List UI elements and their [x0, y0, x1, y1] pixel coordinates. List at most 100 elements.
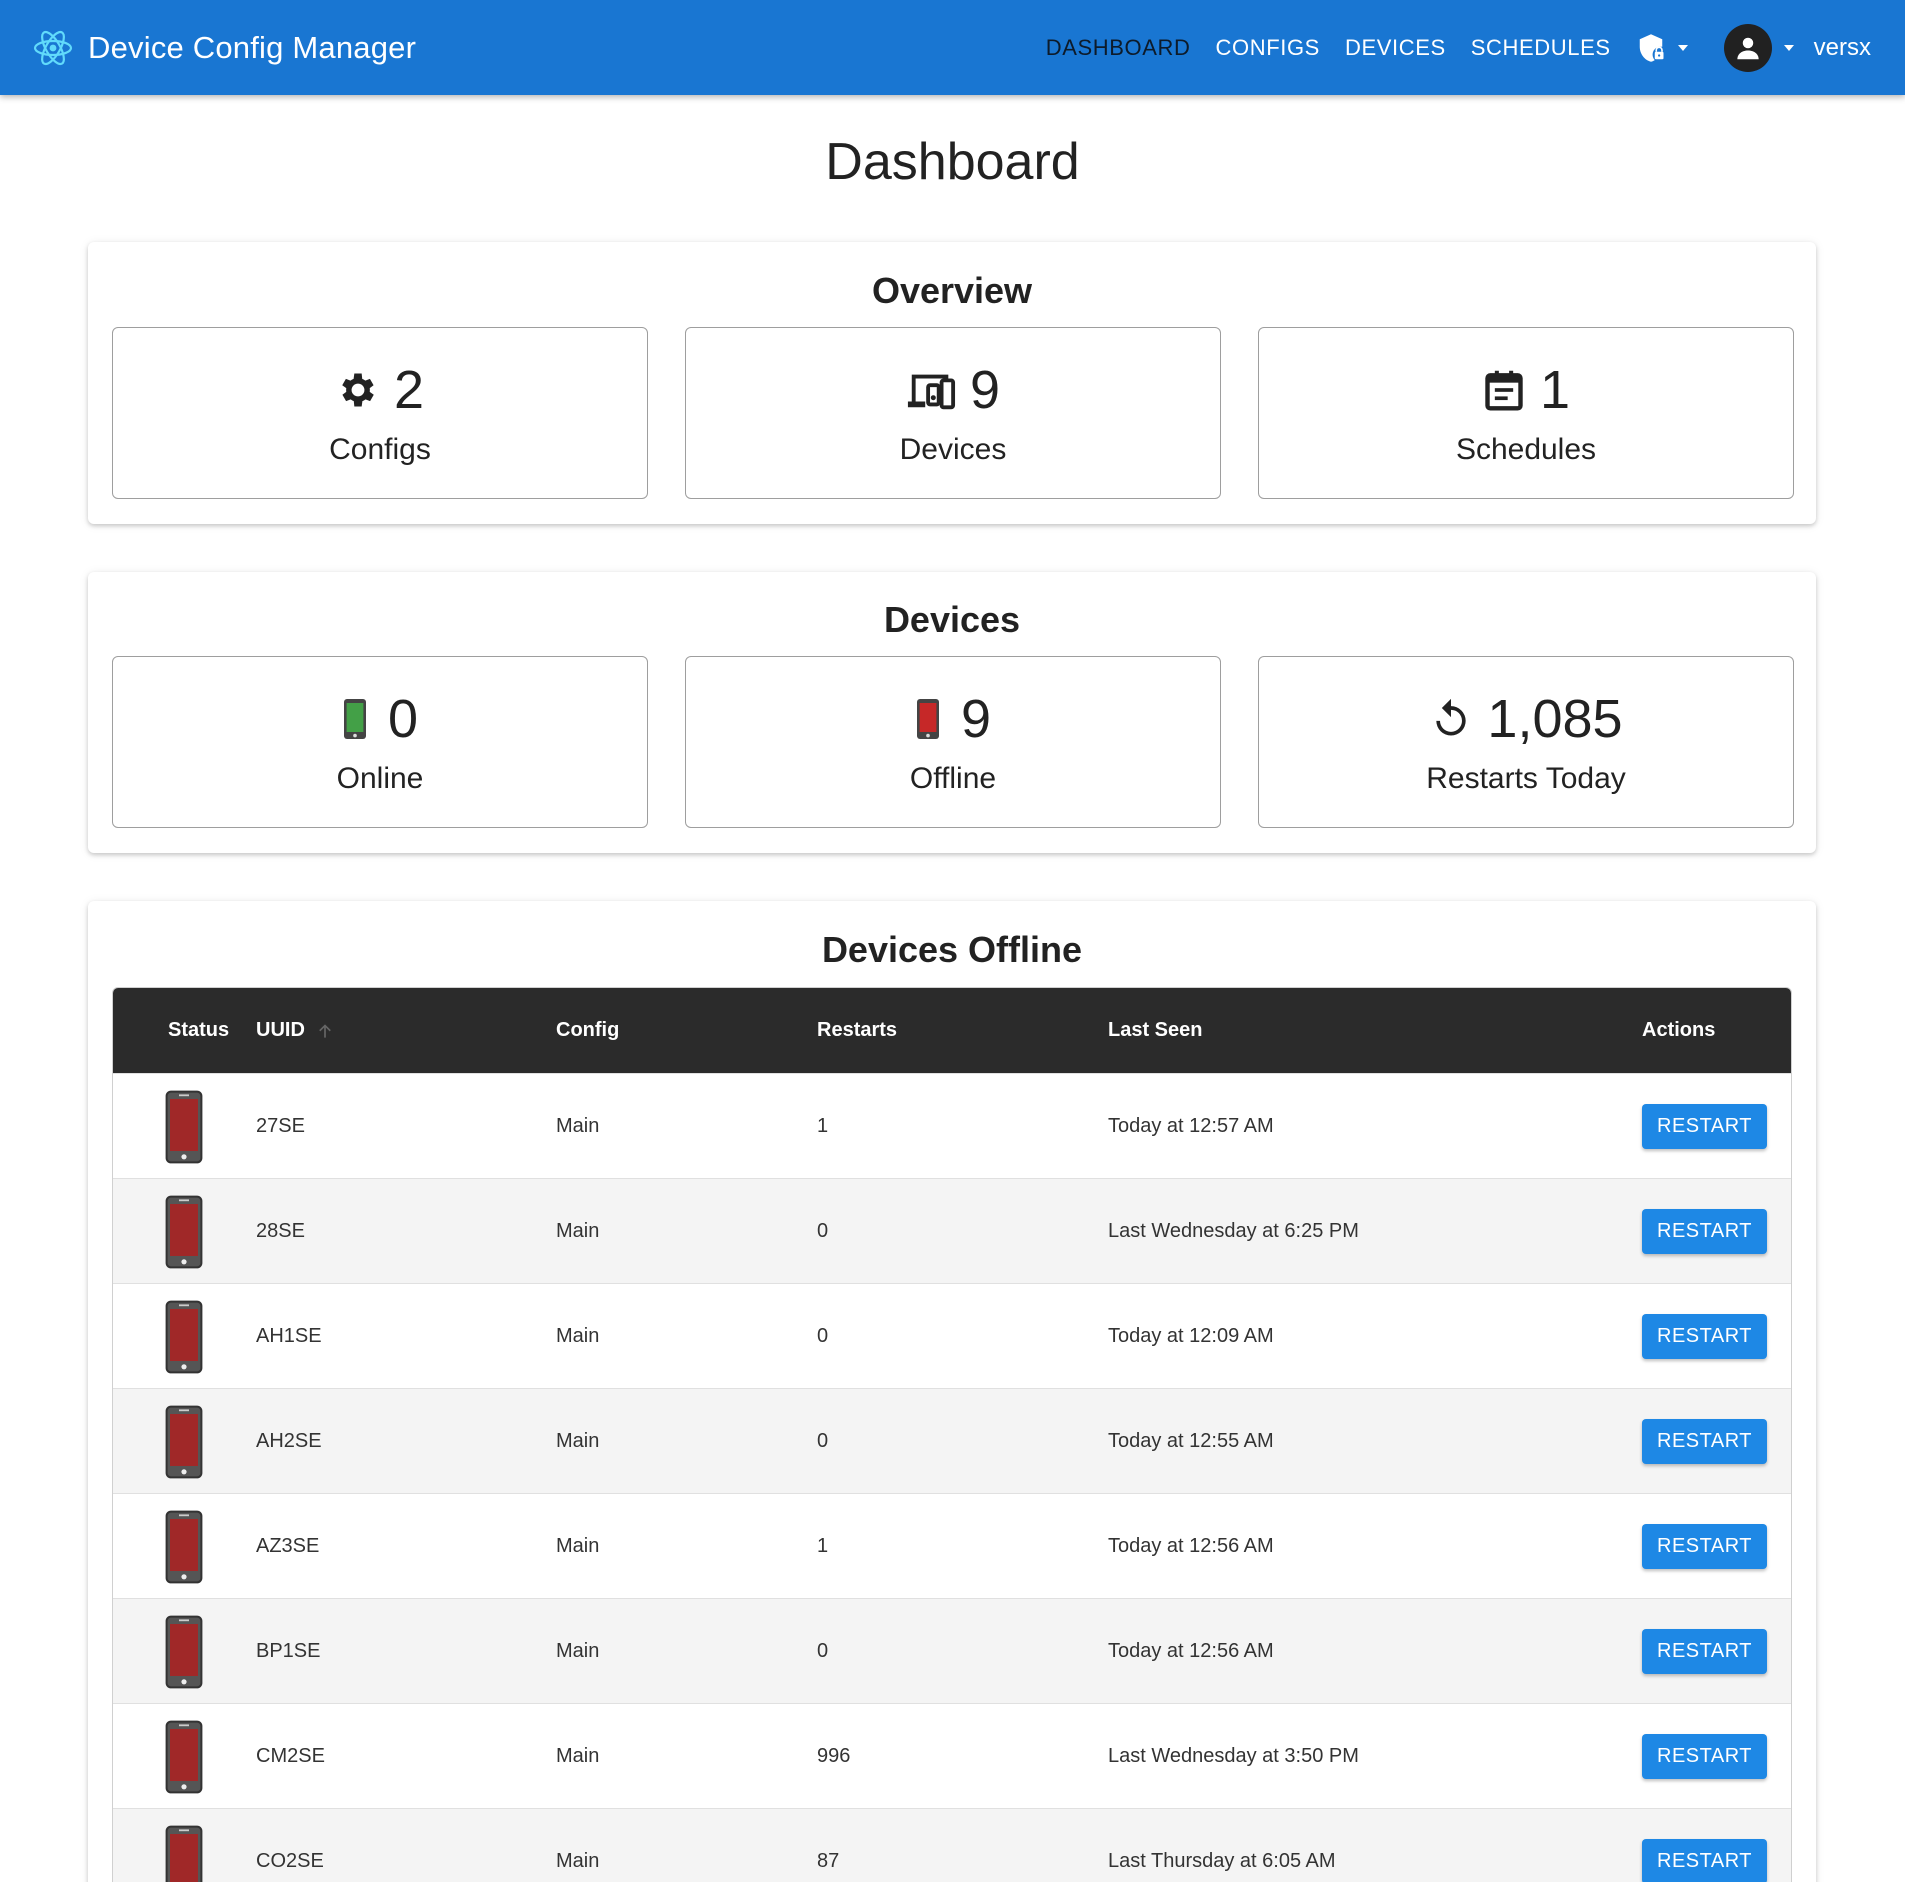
actions-cell: RESTART: [1642, 1179, 1767, 1284]
offline-devices-title: Devices Offline: [821, 929, 1083, 970]
config-text[interactable]: Main: [556, 1850, 599, 1873]
config-cell: Main: [556, 1599, 599, 1704]
uuid-cell: CO2SE: [256, 1809, 324, 1882]
react-atom-icon: [33, 30, 73, 65]
schedules-label: Schedules: [1455, 433, 1597, 466]
offline-card[interactable]: 9 Offline: [685, 656, 1221, 828]
uuid-text: CO2SE: [256, 1850, 324, 1872]
status-cell: [165, 1074, 203, 1179]
arrow-up-icon: [319, 1023, 331, 1038]
restart-button[interactable]: RESTART: [1642, 1734, 1767, 1779]
config-text[interactable]: Main: [556, 1640, 599, 1663]
last-seen-text: Today at 12:56 AM: [1108, 1535, 1274, 1557]
config-cell: Main: [556, 1704, 599, 1809]
restarts-text: 0: [817, 1220, 829, 1242]
calendar-icon: [1485, 370, 1523, 411]
config-text[interactable]: Main: [556, 1745, 599, 1768]
restarts-text: 87: [817, 1850, 840, 1872]
column-config[interactable]: Config: [556, 1019, 619, 1042]
last-seen-cell: Last Wednesday at 3:50 PM: [1108, 1704, 1359, 1809]
account-menu-button[interactable]: versx: [1723, 23, 1905, 72]
config-cell: Main: [556, 1074, 599, 1179]
config-text[interactable]: Main: [556, 1325, 599, 1348]
config-text[interactable]: Main: [556, 1430, 599, 1453]
status-cell: [165, 1179, 203, 1284]
nav-dashboard[interactable]: DASHBOARD: [1046, 35, 1191, 61]
restart-button[interactable]: RESTART: [1642, 1629, 1767, 1674]
uuid-cell: 28SE: [256, 1179, 305, 1284]
last-seen-text: Last Wednesday at 3:50 PM: [1108, 1745, 1359, 1767]
phone-offline-icon: [165, 1615, 203, 1688]
offline-devices-panel: Devices Offline Status UUID Config Resta…: [88, 901, 1816, 1882]
schedules-card[interactable]: 1 Schedules: [1258, 327, 1794, 499]
actions-cell: RESTART: [1642, 1494, 1767, 1599]
restart-button[interactable]: RESTART: [1642, 1419, 1767, 1464]
admin-menu-button[interactable]: [1636, 33, 1688, 63]
top-nav: DASHBOARD CONFIGS DEVICES SCHEDULES vers…: [1046, 0, 1905, 95]
config-cell: Main: [556, 1389, 599, 1494]
chevron-down-icon: [1783, 44, 1794, 51]
table-row: CO2SE Main 87 Last Thursday at 6:05 AM R…: [113, 1808, 1791, 1882]
overview-cards: 2 Configs 9 Devices 1 Schedules: [112, 327, 1794, 499]
config-cell: Main: [556, 1179, 599, 1284]
devices-icon: [907, 374, 956, 410]
last-seen-cell: Today at 12:56 AM: [1108, 1599, 1274, 1704]
last-seen-cell: Today at 12:55 AM: [1108, 1389, 1274, 1494]
last-seen-text: Last Wednesday at 6:25 PM: [1108, 1220, 1359, 1242]
uuid-cell: AZ3SE: [256, 1494, 319, 1599]
uuid-text: CM2SE: [256, 1745, 325, 1767]
online-card[interactable]: 0 Online: [112, 656, 648, 828]
last-seen-cell: Last Thursday at 6:05 AM: [1108, 1809, 1336, 1882]
devices-card[interactable]: 9 Devices: [685, 327, 1221, 499]
username: versx: [1813, 33, 1871, 61]
restart-button[interactable]: RESTART: [1642, 1314, 1767, 1359]
account-circle-icon: [1737, 37, 1759, 59]
table-row: CM2SE Main 996 Last Wednesday at 3:50 PM…: [113, 1703, 1791, 1808]
restarts-card[interactable]: 1,085 Restarts Today: [1258, 656, 1794, 828]
brand[interactable]: Device Config Manager: [32, 27, 416, 69]
nav-devices[interactable]: DEVICES: [1345, 35, 1446, 61]
column-last-seen[interactable]: Last Seen: [1108, 1019, 1202, 1042]
last-seen-text: Last Thursday at 6:05 AM: [1108, 1850, 1336, 1872]
restarts-text: 0: [817, 1430, 829, 1452]
phone-offline-icon: [165, 1195, 203, 1268]
restarts-label: Restarts Today: [1426, 762, 1626, 795]
last-seen-text: Today at 12:57 AM: [1108, 1115, 1274, 1137]
uuid-text: AH2SE: [256, 1430, 322, 1452]
restart-button[interactable]: RESTART: [1642, 1209, 1767, 1254]
table-row: AH2SE Main 0 Today at 12:55 AM RESTART: [113, 1388, 1791, 1493]
column-uuid[interactable]: UUID: [256, 1019, 335, 1042]
column-status[interactable]: Status: [168, 1019, 229, 1042]
nav-configs[interactable]: CONFIGS: [1216, 35, 1320, 61]
devices-summary-panel: Devices 0 Online 9 Offline 1,085 Restart…: [88, 572, 1816, 853]
status-cell: [165, 1809, 203, 1882]
phone-offline-icon: [165, 1825, 203, 1882]
last-seen-text: Today at 12:56 AM: [1108, 1640, 1274, 1662]
actions-cell: RESTART: [1642, 1809, 1767, 1882]
column-restarts[interactable]: Restarts: [817, 1019, 897, 1042]
config-text[interactable]: Main: [556, 1535, 599, 1558]
restart-button[interactable]: RESTART: [1642, 1524, 1767, 1569]
restart-button[interactable]: RESTART: [1642, 1839, 1767, 1882]
config-text[interactable]: Main: [556, 1220, 599, 1243]
restarts-text: 0: [817, 1325, 829, 1347]
configs-card[interactable]: 2 Configs: [112, 327, 648, 499]
config-text[interactable]: Main: [556, 1115, 599, 1138]
restarts-count: 1,085: [1487, 689, 1623, 749]
nav-schedules[interactable]: SCHEDULES: [1471, 35, 1611, 61]
restarts-cell: 0: [817, 1284, 828, 1389]
phone-offline-icon: [165, 1090, 203, 1163]
restart-icon: [1436, 698, 1467, 736]
restarts-cell: 0: [817, 1599, 828, 1704]
status-cell: [165, 1389, 203, 1494]
uuid-text: 27SE: [256, 1115, 305, 1137]
uuid-cell: 27SE: [256, 1074, 305, 1179]
last-seen-cell: Last Wednesday at 6:25 PM: [1108, 1179, 1359, 1284]
restart-button[interactable]: RESTART: [1642, 1104, 1767, 1149]
config-cell: Main: [556, 1284, 599, 1389]
actions-cell: RESTART: [1642, 1599, 1767, 1704]
column-actions: Actions: [1642, 1019, 1716, 1041]
phone-offline-icon: [916, 699, 939, 739]
actions-cell: RESTART: [1642, 1284, 1767, 1389]
restarts-text: 996: [817, 1745, 851, 1767]
